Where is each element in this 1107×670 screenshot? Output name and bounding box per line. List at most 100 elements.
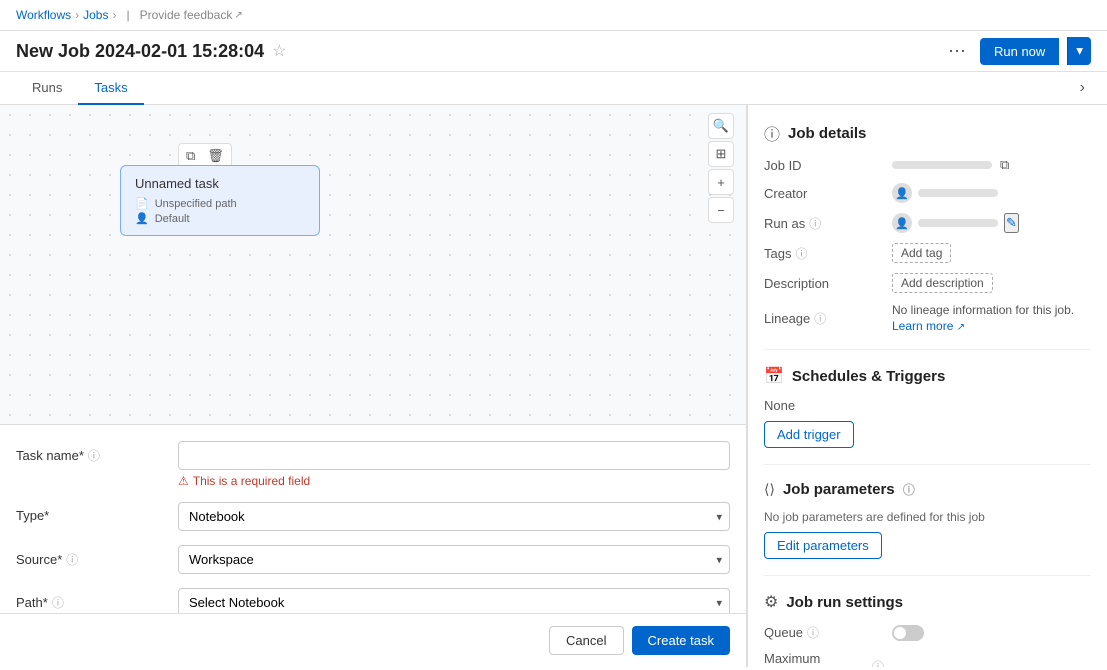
zoom-in-button[interactable]: +: [708, 169, 734, 195]
feedback-link[interactable]: Provide feedback ↗: [140, 8, 243, 22]
star-icon[interactable]: ☆: [272, 41, 286, 61]
title-left: New Job 2024-02-01 15:28:04 ☆: [16, 41, 287, 62]
add-tag-button[interactable]: Add tag: [892, 243, 951, 263]
queue-label: Queue ⓘ: [764, 624, 884, 641]
left-panel: ⧉ 🗑 Unnamed task 📄 Unspecified path 👤 De…: [0, 105, 747, 667]
description-value: Add description: [892, 273, 1091, 293]
task-card-type: Default: [155, 213, 190, 225]
toggle-knob: [894, 627, 906, 639]
run-as-edit-button[interactable]: ✎: [1004, 213, 1019, 233]
description-label: Description: [764, 276, 884, 291]
canvas-area: ⧉ 🗑 Unnamed task 📄 Unspecified path 👤 De…: [0, 105, 746, 425]
code-icon: ⟨⟩: [764, 481, 775, 498]
lineage-row: Lineage ⓘ No lineage information for thi…: [764, 303, 1091, 333]
type-select[interactable]: Notebook: [178, 502, 730, 531]
tags-row: Tags ⓘ Add tag: [764, 243, 1091, 263]
error-icon: ⚠: [178, 474, 189, 488]
zoom-out-button[interactable]: −: [708, 197, 734, 223]
queue-info-icon: ⓘ: [807, 624, 819, 641]
calendar-icon: 📅: [764, 366, 784, 386]
divider-3: [764, 575, 1091, 576]
schedule-none-text: None: [764, 398, 1091, 413]
breadcrumb-pipe: |: [126, 8, 129, 22]
copy-job-id-button[interactable]: ⧉: [998, 157, 1011, 173]
task-card-path: Unspecified path: [155, 198, 237, 210]
run-as-row: Run as ⓘ 👤 ✎: [764, 213, 1091, 233]
source-row: Source* ⓘ Workspace ▾: [16, 545, 730, 574]
run-settings-header: ⚙ Job run settings: [764, 592, 1091, 612]
form-actions: Cancel Create task: [0, 613, 746, 667]
queue-toggle: [892, 625, 924, 641]
lineage-label: Lineage ⓘ: [764, 310, 884, 327]
collapse-panel-button[interactable]: ›: [1078, 72, 1087, 104]
no-params-text: No job parameters are defined for this j…: [764, 510, 1091, 524]
breadcrumb: Workflows › Jobs › | Provide feedback ↗: [16, 8, 243, 22]
description-row: Description Add description: [764, 273, 1091, 293]
tab-runs[interactable]: Runs: [16, 72, 78, 105]
canvas-controls: 🔍 ⊞ + −: [708, 113, 734, 223]
creator-avatar: 👤: [892, 183, 912, 203]
creator-label: Creator: [764, 186, 884, 201]
source-select[interactable]: Workspace: [178, 545, 730, 574]
task-card-type-row: 👤 Default: [135, 212, 305, 225]
lineage-value: No lineage information for this job. Lea…: [892, 303, 1091, 333]
create-task-button[interactable]: Create task: [632, 626, 730, 655]
source-control: Workspace ▾: [178, 545, 730, 574]
title-right: ⋯ Run now ▾: [942, 37, 1091, 65]
task-name-label: Task name* ⓘ: [16, 441, 166, 464]
max-runs-info-icon: ⓘ: [872, 658, 884, 668]
breadcrumb-sep1: ›: [75, 8, 79, 22]
task-card-path-row: 📄 Unspecified path: [135, 197, 305, 210]
breadcrumb-sep2: ›: [112, 8, 116, 22]
run-now-button[interactable]: Run now: [980, 38, 1059, 65]
task-name-input[interactable]: [178, 441, 730, 470]
creator-row: Creator 👤: [764, 183, 1091, 203]
divider-2: [764, 464, 1091, 465]
path-row: Path* ⓘ Select Notebook ▾: [16, 588, 730, 613]
queue-toggle-switch[interactable]: [892, 625, 924, 641]
learn-more-link[interactable]: Learn more ↗: [892, 319, 965, 333]
job-params-info-icon: ⓘ: [903, 483, 915, 497]
file-icon: 📄: [135, 197, 149, 210]
creator-bar: [918, 189, 998, 197]
delete-card-button[interactable]: 🗑: [202, 146, 229, 166]
tags-label: Tags ⓘ: [764, 245, 884, 262]
job-id-value: ⧉: [892, 157, 1091, 173]
edit-params-button[interactable]: Edit parameters: [764, 532, 882, 559]
path-control: Select Notebook ▾: [178, 588, 730, 613]
job-details-header: ⓘ Job details: [764, 121, 1091, 145]
search-canvas-button[interactable]: 🔍: [708, 113, 734, 139]
schedules-title: Schedules & Triggers: [792, 368, 945, 385]
title-bar: New Job 2024-02-01 15:28:04 ☆ ⋯ Run now …: [0, 31, 1107, 72]
job-params-header: ⟨⟩ Job parameters ⓘ: [764, 481, 1091, 498]
more-options-button[interactable]: ⋯: [942, 39, 972, 64]
tab-tasks[interactable]: Tasks: [78, 72, 143, 105]
breadcrumb-workflows[interactable]: Workflows: [16, 8, 71, 22]
max-runs-row: Maximum concurrent runs ⓘ: [764, 651, 1091, 667]
top-bar: Workflows › Jobs › | Provide feedback ↗: [0, 0, 1107, 31]
task-name-info-icon: ⓘ: [88, 447, 100, 464]
fit-view-button[interactable]: ⊞: [708, 141, 734, 167]
job-id-bar: [892, 161, 992, 169]
task-card[interactable]: Unnamed task 📄 Unspecified path 👤 Defaul…: [120, 165, 320, 236]
copy-card-button[interactable]: ⧉: [181, 146, 200, 166]
task-name-control: ⚠ This is a required field: [178, 441, 730, 488]
divider-1: [764, 349, 1091, 350]
page-title: New Job 2024-02-01 15:28:04: [16, 41, 264, 62]
breadcrumb-jobs[interactable]: Jobs: [83, 8, 108, 22]
add-trigger-button[interactable]: Add trigger: [764, 421, 854, 448]
task-name-row: Task name* ⓘ ⚠ This is a required field: [16, 441, 730, 488]
job-id-row: Job ID ⧉: [764, 157, 1091, 173]
form-panel: Task name* ⓘ ⚠ This is a required field …: [0, 425, 746, 613]
tabs-bar: Runs Tasks ›: [0, 72, 1107, 105]
run-dropdown-button[interactable]: ▾: [1067, 37, 1091, 65]
task-name-error: ⚠ This is a required field: [178, 474, 730, 488]
learn-more-ext-icon: ↗: [957, 322, 965, 333]
type-row: Type* Notebook ▾: [16, 502, 730, 531]
source-info-icon: ⓘ: [66, 551, 78, 568]
type-label: Type*: [16, 502, 166, 523]
cancel-button[interactable]: Cancel: [549, 626, 623, 655]
external-link-icon: ↗: [234, 10, 242, 21]
add-description-button[interactable]: Add description: [892, 273, 993, 293]
path-select[interactable]: Select Notebook: [178, 588, 730, 613]
